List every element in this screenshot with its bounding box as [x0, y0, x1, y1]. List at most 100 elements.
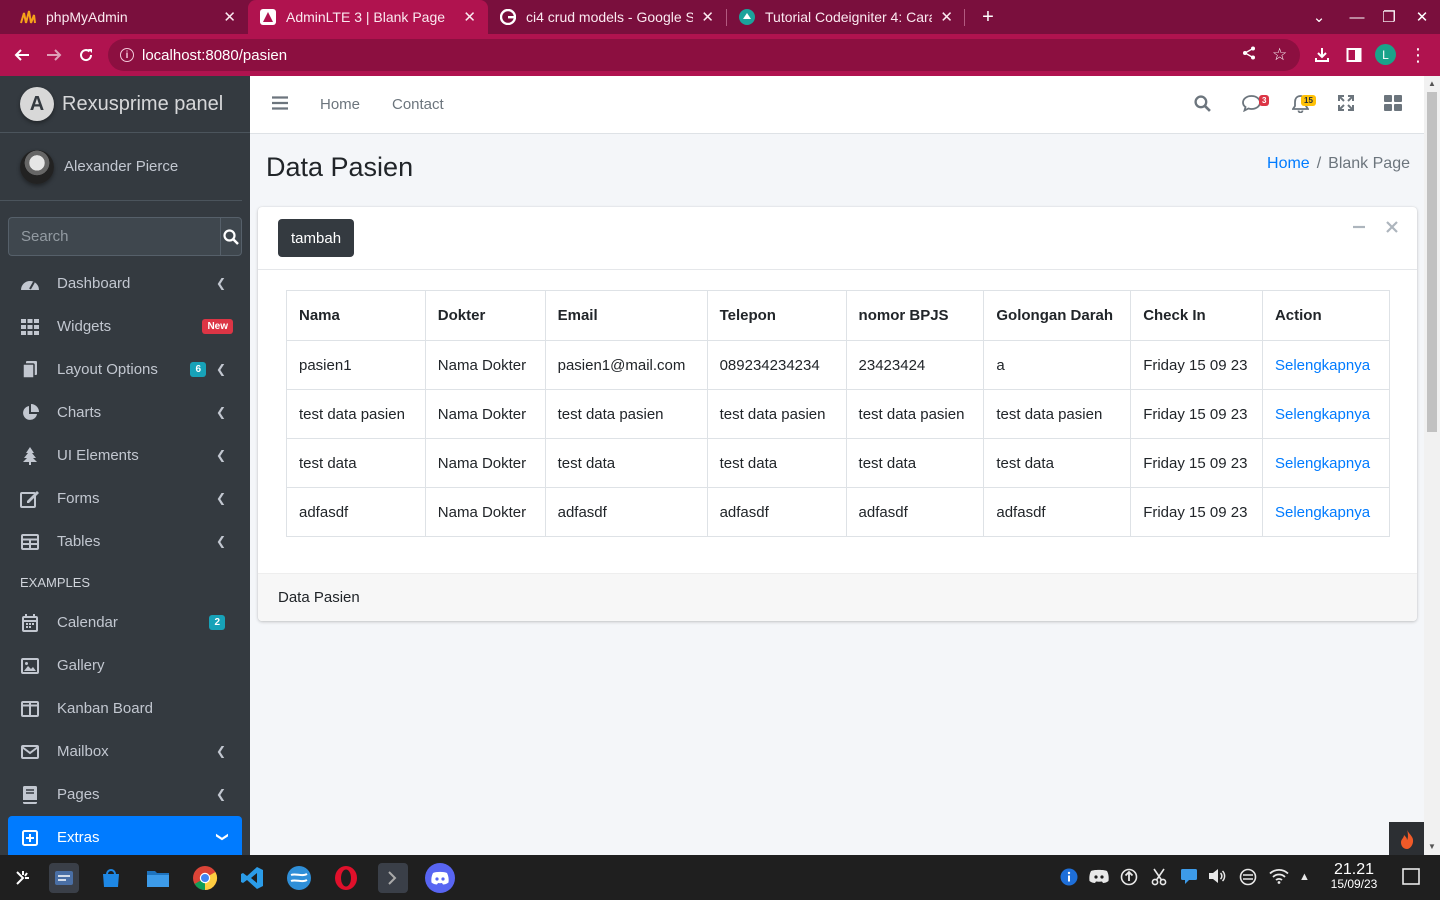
- software-store-icon[interactable]: [96, 863, 126, 893]
- detail-link[interactable]: Selengkapnya: [1275, 357, 1370, 374]
- address-bar[interactable]: i localhost:8080/pasien ☆: [108, 39, 1300, 71]
- vscode-icon[interactable]: [237, 863, 267, 893]
- search-icon[interactable]: [1194, 95, 1211, 116]
- download-icon[interactable]: [1308, 41, 1336, 69]
- table-row: pasien1 Nama Dokter pasien1@mail.com 089…: [286, 340, 1391, 390]
- update-tray-icon[interactable]: [1120, 868, 1138, 890]
- phpmyadmin-icon: [20, 9, 36, 25]
- hamburger-menu-icon[interactable]: [272, 96, 288, 114]
- share-icon[interactable]: [1242, 46, 1256, 64]
- chat-tray-icon[interactable]: [1180, 868, 1198, 889]
- sidebar-item-mailbox[interactable]: Mailbox ❮: [8, 730, 242, 773]
- tab-google-search[interactable]: ci4 crud models - Google Search ✕: [488, 0, 726, 34]
- opera-icon[interactable]: [331, 863, 361, 893]
- sidebar-item-calendar[interactable]: Calendar 2: [8, 601, 242, 644]
- sidebar-item-dashboard[interactable]: Dashboard ❮: [8, 262, 242, 305]
- sidebar-item-tables[interactable]: Tables ❮: [8, 520, 242, 563]
- nav-link-home[interactable]: Home: [320, 96, 360, 113]
- close-tab-icon[interactable]: ✕: [701, 8, 714, 26]
- column-header: Action: [1261, 290, 1391, 341]
- detail-link[interactable]: Selengkapnya: [1275, 504, 1370, 521]
- copy-icon: [20, 360, 40, 379]
- detail-link[interactable]: Selengkapnya: [1275, 455, 1370, 472]
- expand-icon[interactable]: [1338, 95, 1354, 115]
- detail-link[interactable]: Selengkapnya: [1275, 406, 1370, 423]
- new-tab-button[interactable]: +: [976, 4, 1000, 30]
- close-tab-icon[interactable]: ✕: [223, 8, 236, 26]
- restore-icon[interactable]: ❐: [1372, 0, 1406, 34]
- sidebar-search-button[interactable]: [220, 217, 242, 256]
- close-tab-icon[interactable]: ✕: [940, 8, 953, 26]
- reload-icon[interactable]: [72, 41, 100, 69]
- column-header: nomor BPJS: [845, 290, 985, 341]
- discord-tray-icon[interactable]: [1088, 868, 1110, 889]
- taskbar-clock[interactable]: 21.21 15/09/23: [1322, 861, 1386, 892]
- close-tab-icon[interactable]: ✕: [463, 8, 476, 26]
- sidebar-item-forms[interactable]: Forms ❮: [8, 477, 242, 520]
- tab-search-icon[interactable]: ⌄: [1302, 0, 1336, 34]
- tab-adminlte[interactable]: AdminLTE 3 | Blank Page ✕: [248, 0, 488, 34]
- sidebar-search-input[interactable]: [8, 217, 220, 256]
- tab-tutorial[interactable]: Tutorial Codeigniter 4: Cara Membuat CRU…: [727, 0, 965, 34]
- sidebar-item-ui-elements[interactable]: UI Elements ❮: [8, 434, 242, 477]
- breadcrumb-home-link[interactable]: Home: [1267, 155, 1310, 172]
- count-badge: 6: [190, 362, 206, 377]
- app-launcher-icon[interactable]: [8, 863, 38, 893]
- sidebar-item-extras[interactable]: Extras ❮: [8, 816, 242, 855]
- column-header: Nama: [286, 290, 426, 341]
- network-tool-icon[interactable]: [284, 863, 314, 893]
- show-desktop-icon[interactable]: [1402, 868, 1420, 889]
- brand-link[interactable]: A Rexusprime panel: [0, 76, 250, 133]
- sidebar-item-kanban-board[interactable]: Kanban Board: [8, 687, 242, 730]
- vpn-tray-icon[interactable]: [1239, 868, 1257, 890]
- discord-icon[interactable]: [425, 863, 455, 893]
- tray-expand-arrow-icon[interactable]: ▲: [1299, 871, 1310, 883]
- tab-phpmyadmin[interactable]: phpMyAdmin ✕: [8, 0, 248, 34]
- page-scrollbar[interactable]: ▲ ▼: [1424, 76, 1440, 855]
- cell-bpjs: test data: [845, 438, 985, 488]
- info-tray-icon[interactable]: [1060, 868, 1078, 890]
- browser-menu-icon[interactable]: ⋮: [1404, 41, 1432, 69]
- nav-link-contact[interactable]: Contact: [392, 96, 444, 113]
- data-card: tambah Nama Dokter Email Telepon nomor B…: [258, 207, 1417, 621]
- chrome-icon[interactable]: [190, 863, 220, 893]
- breadcrumb-separator: /: [1316, 155, 1322, 172]
- task-manager-icon[interactable]: [49, 863, 79, 893]
- collapse-icon[interactable]: [1352, 220, 1366, 239]
- minimize-icon[interactable]: —: [1340, 0, 1374, 34]
- cell-dokter: Nama Dokter: [424, 389, 546, 439]
- scroll-down-arrow-icon[interactable]: ▼: [1428, 842, 1436, 851]
- scrollbar-thumb[interactable]: [1427, 92, 1437, 432]
- add-patient-button[interactable]: tambah: [278, 219, 355, 257]
- scroll-up-arrow-icon[interactable]: ▲: [1428, 79, 1436, 88]
- sidebar-item-charts[interactable]: Charts ❮: [8, 391, 242, 434]
- wifi-icon[interactable]: [1269, 868, 1289, 888]
- profile-avatar[interactable]: L: [1375, 44, 1396, 65]
- forward-icon[interactable]: [40, 41, 68, 69]
- close-window-icon[interactable]: ✕: [1405, 0, 1439, 34]
- volume-icon[interactable]: [1208, 868, 1226, 888]
- close-icon[interactable]: [1386, 220, 1398, 239]
- side-panel-icon[interactable]: [1340, 41, 1368, 69]
- user-panel[interactable]: Alexander Pierce: [0, 133, 242, 201]
- sidebar-item-layout-options[interactable]: Layout Options 6 ❮: [8, 348, 242, 391]
- back-icon[interactable]: [8, 41, 36, 69]
- clock-time: 21.21: [1333, 861, 1375, 878]
- cell-check-in: Friday 15 09 23: [1130, 389, 1263, 439]
- bookmark-star-icon[interactable]: ☆: [1272, 45, 1287, 65]
- count-badge: 2: [209, 615, 225, 630]
- terminal-icon[interactable]: [378, 863, 408, 893]
- table-icon: [20, 533, 40, 551]
- site-info-icon[interactable]: i: [120, 48, 134, 62]
- sidebar-item-label: Extras: [57, 829, 100, 846]
- sidebar-menu: Dashboard ❮ Widgets New Layout Options 6…: [8, 262, 242, 855]
- sidebar-item-label: Pages: [57, 786, 100, 803]
- table-header-row: Nama Dokter Email Telepon nomor BPJS Gol…: [286, 290, 1391, 341]
- sidebar-item-pages[interactable]: Pages ❮: [8, 773, 242, 816]
- file-manager-icon[interactable]: [143, 863, 173, 893]
- codeigniter-debug-toolbar-icon[interactable]: [1389, 822, 1424, 855]
- sidebar-item-widgets[interactable]: Widgets New: [8, 305, 242, 348]
- sidebar-item-gallery[interactable]: Gallery: [8, 644, 242, 687]
- control-sidebar-icon[interactable]: [1384, 95, 1402, 115]
- scissors-tray-icon[interactable]: [1151, 868, 1167, 890]
